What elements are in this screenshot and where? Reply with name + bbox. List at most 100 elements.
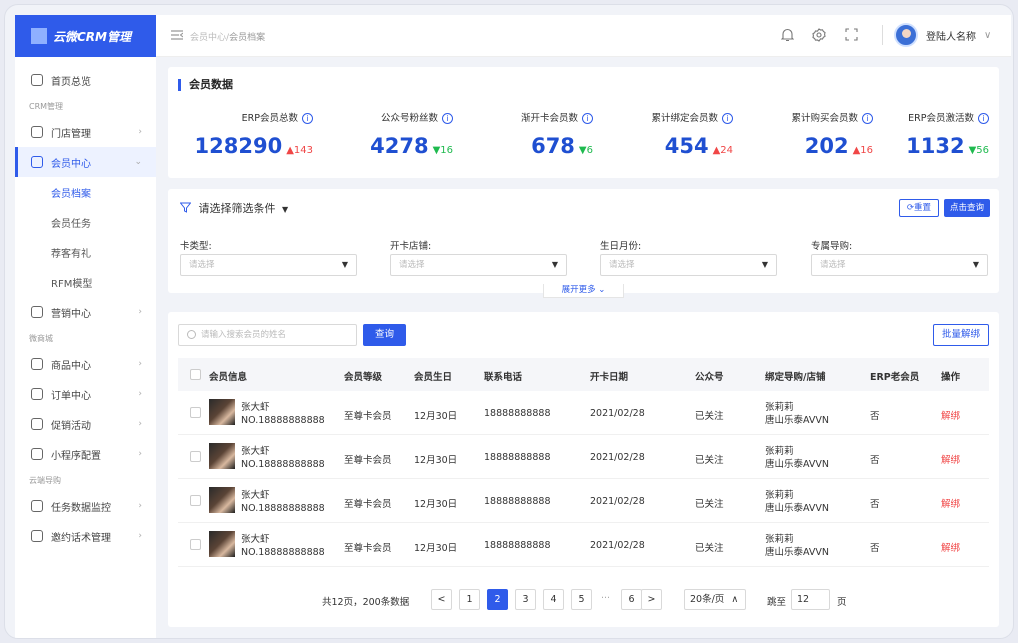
- sidebar-subitem[interactable]: 会员档案: [15, 177, 156, 207]
- stat-label-row: ERP会员激活数 i: [859, 110, 989, 124]
- page-button[interactable]: 1: [459, 589, 480, 610]
- member-guide-store: 张莉莉 唐山乐泰AVVN: [765, 401, 829, 427]
- stat-label: 累计绑定会员数: [651, 113, 718, 124]
- sidebar-item[interactable]: 邀约话术管理 ›: [15, 521, 156, 551]
- page-size-select[interactable]: 20条/页 ∧: [684, 589, 746, 610]
- member-no: NO.18888888888: [241, 459, 325, 470]
- crown-icon: [31, 156, 43, 168]
- chevron-icon: ›: [138, 127, 142, 137]
- sidebar-item[interactable]: 门店管理 ›: [15, 117, 156, 147]
- query-button[interactable]: 点击查询: [944, 199, 990, 217]
- next-page-button[interactable]: >: [641, 589, 662, 610]
- row-checkbox[interactable]: [190, 495, 201, 506]
- filter-select[interactable]: 请选择 ▼: [390, 254, 567, 276]
- search-button[interactable]: 查询: [363, 324, 406, 346]
- chevron-down-icon: ∨: [984, 29, 992, 41]
- row-checkbox[interactable]: [190, 539, 201, 550]
- stat-value-row: 202 ▲16: [743, 134, 873, 158]
- prev-page-button[interactable]: <: [431, 589, 452, 610]
- stat-item: 公众号粉丝数 i 4278 ▼16: [323, 110, 453, 158]
- sidebar-item[interactable]: 订单中心 ›: [15, 379, 156, 409]
- table-row[interactable]: 张大虾 NO.18888888888 至尊卡会员 12月30日 18888888888 2…: [178, 523, 989, 567]
- unbind-link[interactable]: 解绑: [941, 408, 960, 422]
- chevron-up-icon: ∧: [731, 594, 739, 605]
- batch-unbind-button[interactable]: 批量解绑: [933, 324, 989, 346]
- info-icon[interactable]: i: [978, 113, 989, 124]
- info-icon[interactable]: i: [442, 113, 453, 124]
- sidebar-item[interactable]: 任务数据监控 ›: [15, 491, 156, 521]
- member-level: 至尊卡会员: [344, 499, 392, 510]
- page-button[interactable]: 4: [543, 589, 564, 610]
- filter-label: 开卡店铺:: [390, 241, 432, 252]
- sidebar-subitem[interactable]: 荐客有礼: [15, 237, 156, 267]
- stat-label: ERP会员激活数: [908, 113, 974, 124]
- user-menu[interactable]: 登陆人名称 ∨: [882, 23, 992, 47]
- row-checkbox[interactable]: [190, 451, 201, 462]
- expand-more-button[interactable]: 展开更多 ⌄: [543, 284, 624, 298]
- member-phone: 18888888888: [484, 496, 551, 507]
- sidebar-item[interactable]: 促销活动 ›: [15, 409, 156, 439]
- member-level: 至尊卡会员: [344, 455, 392, 466]
- page-button[interactable]: 3: [515, 589, 536, 610]
- member-guide: 张莉莉: [765, 402, 794, 413]
- stat-value: 1132: [906, 134, 965, 158]
- unbind-link[interactable]: 解绑: [941, 452, 960, 466]
- filter-select[interactable]: 请选择 ▼: [600, 254, 777, 276]
- sidebar-group-label: 云端导购: [29, 475, 61, 485]
- menu-collapse-icon[interactable]: [171, 29, 183, 41]
- unbind-link[interactable]: 解绑: [941, 496, 960, 510]
- pagination-summary: 共12页，200条数据: [322, 597, 410, 608]
- row-checkbox[interactable]: [190, 407, 201, 418]
- col-actions: 操作: [941, 372, 961, 383]
- stat-label-row: 公众号粉丝数 i: [323, 110, 453, 124]
- col-open-date: 开卡日期: [590, 372, 629, 383]
- member-guide-store: 张莉莉 唐山乐泰AVVN: [765, 533, 829, 559]
- bell-icon[interactable]: [780, 28, 794, 42]
- fullscreen-icon[interactable]: [844, 28, 858, 42]
- filter-select[interactable]: 请选择 ▼: [811, 254, 988, 276]
- member-open-date: 2021/02/28: [590, 540, 645, 551]
- jump-suffix: 页: [837, 597, 847, 608]
- page-button[interactable]: 6: [621, 589, 642, 610]
- info-icon[interactable]: i: [302, 113, 313, 124]
- unbind-link[interactable]: 解绑: [941, 540, 960, 554]
- stat-label-row: ERP会员总数 i: [183, 110, 313, 124]
- page-ellipsis: ···: [601, 593, 611, 604]
- page-button[interactable]: 5: [571, 589, 592, 610]
- page-button[interactable]: 2: [487, 589, 508, 610]
- table-row[interactable]: 张大虾 NO.18888888888 至尊卡会员 12月30日 18888888888 2…: [178, 391, 989, 435]
- sidebar-item[interactable]: 商品中心 ›: [15, 349, 156, 379]
- info-icon[interactable]: i: [722, 113, 733, 124]
- member-no: NO.18888888888: [241, 415, 325, 426]
- sidebar-item[interactable]: 会员中心 ⌄: [15, 147, 156, 177]
- sidebar-item[interactable]: 营销中心 ›: [15, 297, 156, 327]
- filter-select[interactable]: 请选择 ▼: [180, 254, 357, 276]
- stat-item: 累计绑定会员数 i 454 ▲24: [603, 110, 733, 158]
- member-phone: 18888888888: [484, 452, 551, 463]
- filter-toggle[interactable]: 请选择筛选条件 ▼: [179, 200, 288, 216]
- sidebar-item[interactable]: 小程序配置 ›: [15, 439, 156, 469]
- breadcrumb-parent[interactable]: 会员中心: [190, 33, 226, 43]
- member-erp-old: 否: [870, 455, 880, 466]
- page-size-value: 20条/页: [690, 594, 725, 605]
- settings-icon[interactable]: [812, 28, 826, 42]
- sidebar-subitem[interactable]: RFM模型: [15, 267, 156, 297]
- reset-button[interactable]: ⟳重置: [899, 199, 939, 217]
- target-icon: [31, 306, 43, 318]
- sidebar-subitem[interactable]: 会员任务: [15, 207, 156, 237]
- table-row[interactable]: 张大虾 NO.18888888888 至尊卡会员 12月30日 18888888888 2…: [178, 479, 989, 523]
- filter-label: 卡类型:: [180, 241, 212, 252]
- sidebar-item-label: 任务数据监控: [51, 502, 111, 514]
- jump-page-input[interactable]: 12: [791, 589, 830, 610]
- member-search-input[interactable]: 请输入搜索会员的姓名: [178, 324, 357, 346]
- info-icon[interactable]: i: [582, 113, 593, 124]
- select-all-checkbox[interactable]: [190, 369, 201, 380]
- member-birthday: 12月30日: [414, 411, 458, 422]
- stat-delta: ▼16: [433, 145, 453, 156]
- member-open-date: 2021/02/28: [590, 452, 645, 463]
- goods-icon: [31, 358, 43, 370]
- table-row[interactable]: 张大虾 NO.18888888888 至尊卡会员 12月30日 18888888888 2…: [178, 435, 989, 479]
- sidebar-item[interactable]: 首页总览: [15, 65, 156, 95]
- app-logo[interactable]: 云微CRM管理: [15, 15, 156, 57]
- stat-label: ERP会员总数: [241, 113, 298, 124]
